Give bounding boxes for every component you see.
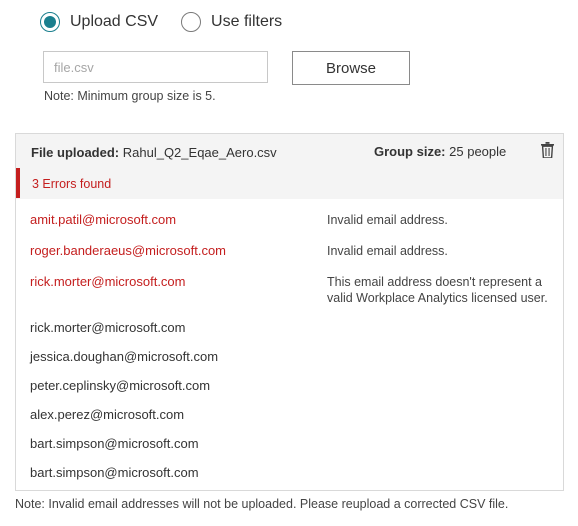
email-address: rick.morter@microsoft.com (30, 274, 186, 289)
radio-checked-icon (40, 12, 60, 32)
email-address: bart.simpson@microsoft.com (30, 465, 199, 480)
error-message: Invalid email address. (327, 213, 448, 227)
list-item: bart.simpson@microsoft.com (30, 436, 199, 451)
email-address: amit.patil@microsoft.com (30, 212, 177, 227)
error-message: Invalid email address. (327, 244, 448, 258)
email-address: jessica.doughan@microsoft.com (30, 349, 219, 364)
upload-group-page: Upload CSV Use filters Browse Note: Mini… (0, 0, 578, 526)
list-item: rick.morter@microsoft.com (30, 320, 186, 335)
group-size-line: Group size: 25 people (374, 144, 506, 159)
errors-found-text: 3 Errors found (32, 177, 112, 191)
email-address: peter.ceplinsky@microsoft.com (30, 378, 211, 393)
invalid-email-note: Note: Invalid email addresses will not b… (15, 497, 509, 511)
source-mode-radio-group: Upload CSV Use filters (40, 12, 305, 32)
min-group-size-note: Note: Minimum group size is 5. (44, 89, 216, 103)
file-uploaded-line: File uploaded: Rahul_Q2_Eqae_Aero.csv (31, 145, 277, 160)
list-item: bart.simpson@microsoft.com (30, 465, 199, 480)
email-address: rick.morter@microsoft.com (30, 320, 186, 335)
error-message: This email address doesn't represent a v… (327, 275, 548, 305)
upload-csv-label: Upload CSV (70, 13, 159, 30)
list-item: alex.perez@microsoft.com (30, 407, 184, 422)
group-size-value: 25 people (449, 144, 507, 159)
list-item: roger.banderaeus@microsoft.com Invalid e… (30, 243, 448, 258)
upload-results-panel: File uploaded: Rahul_Q2_Eqae_Aero.csv Gr… (15, 133, 564, 491)
list-item: jessica.doughan@microsoft.com (30, 349, 218, 364)
list-item: rick.morter@microsoft.com This email add… (30, 274, 548, 305)
file-path-input[interactable] (43, 51, 268, 83)
use-filters-label: Use filters (211, 13, 283, 30)
email-address: roger.banderaeus@microsoft.com (30, 243, 227, 258)
browse-button[interactable]: Browse (292, 51, 410, 85)
list-item: amit.patil@microsoft.com Invalid email a… (30, 212, 448, 227)
email-address: alex.perez@microsoft.com (30, 407, 185, 422)
upload-csv-radio[interactable]: Upload CSV (40, 12, 158, 32)
delete-file-button[interactable] (539, 141, 555, 159)
error-banner: 3 Errors found (16, 168, 563, 198)
use-filters-radio[interactable]: Use filters (181, 12, 282, 32)
list-item: peter.ceplinsky@microsoft.com (30, 378, 210, 393)
email-address: bart.simpson@microsoft.com (30, 436, 199, 451)
radio-unchecked-icon (181, 12, 202, 32)
file-uploaded-label: File uploaded: (31, 145, 120, 160)
uploaded-file-name: Rahul_Q2_Eqae_Aero.csv (122, 145, 277, 160)
trash-icon (540, 142, 554, 158)
group-size-label: Group size: (374, 144, 446, 159)
panel-header: File uploaded: Rahul_Q2_Eqae_Aero.csv Gr… (16, 134, 563, 199)
